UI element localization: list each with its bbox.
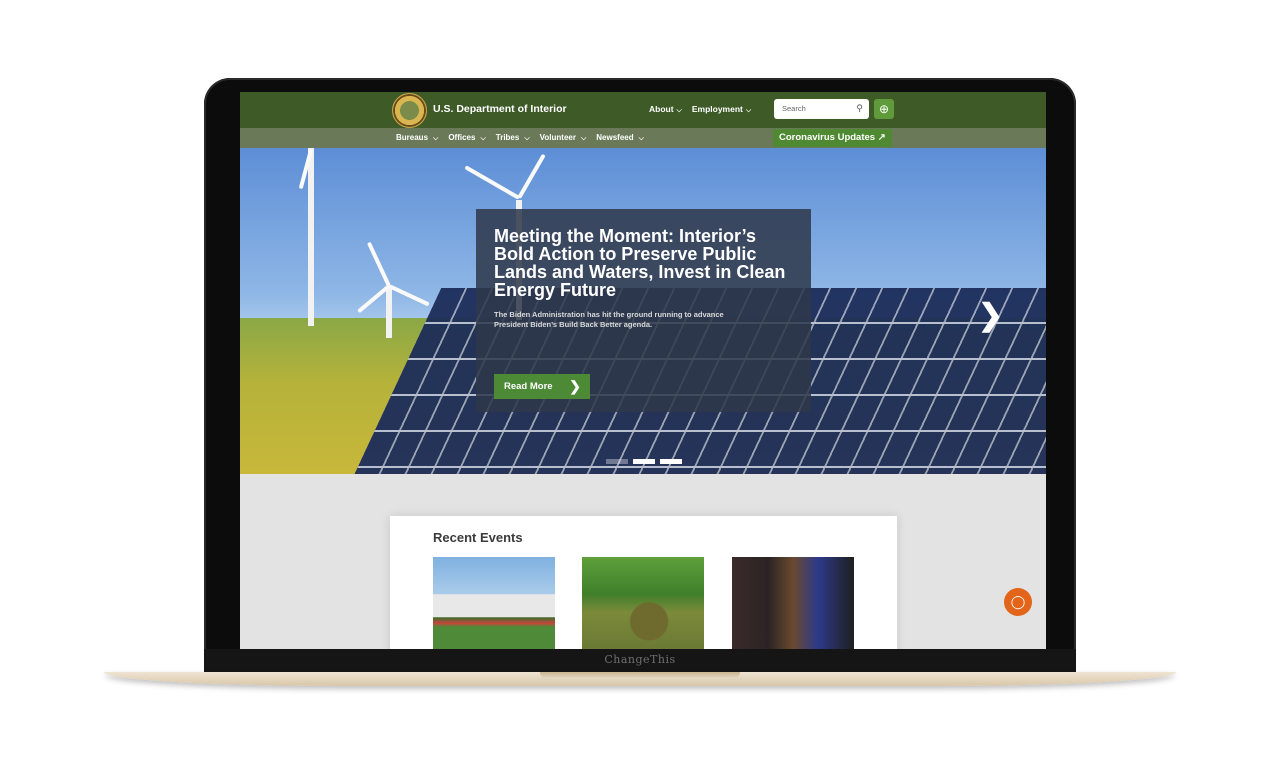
- carousel-indicators: [606, 459, 682, 464]
- wind-turbine-blade: [366, 241, 391, 287]
- sub-nav-bureaus[interactable]: Bureaus ⌵: [396, 133, 438, 143]
- wind-turbine-blade: [388, 284, 430, 307]
- recent-events-title: Recent Events: [433, 530, 523, 545]
- wind-turbine: [308, 148, 314, 326]
- event-thumbnail[interactable]: [433, 557, 555, 649]
- wind-turbine-blade: [517, 153, 546, 199]
- chevron-down-icon: ⌵: [638, 135, 644, 142]
- search-input[interactable]: Search ⚲: [774, 99, 869, 119]
- wind-turbine-blade: [464, 165, 520, 200]
- chevron-down-icon: ⌵: [480, 135, 486, 142]
- read-more-button[interactable]: Read More ❯: [494, 374, 590, 399]
- carousel-dot[interactable]: [633, 459, 655, 464]
- top-nav-employment[interactable]: Employment ⌵: [692, 104, 751, 115]
- chevron-down-icon: ⌵: [580, 135, 587, 142]
- site-title[interactable]: U.S. Department of Interior: [433, 103, 567, 115]
- department-seal-logo[interactable]: [392, 93, 427, 128]
- top-nav-about[interactable]: About ⌵: [649, 104, 682, 115]
- sub-nav-bar: Bureaus ⌵ Offices ⌵ Tribes ⌵ Volunteer ⌵ New…: [240, 128, 1046, 148]
- event-thumbnail[interactable]: [732, 557, 854, 649]
- recent-events-card: Recent Events: [390, 516, 897, 649]
- chevron-down-icon: ⌵: [745, 107, 752, 114]
- chevron-right-icon: ❯: [569, 378, 581, 394]
- sub-nav: Bureaus ⌵ Offices ⌵ Tribes ⌵ Volunteer ⌵ New…: [396, 133, 644, 143]
- carousel-next-chevron-right-icon[interactable]: ❯: [978, 298, 1003, 333]
- external-link-icon: ↗: [877, 132, 886, 143]
- hero-subtitle: The Biden Administration has hit the gro…: [494, 310, 724, 329]
- carousel-dot[interactable]: [660, 459, 682, 464]
- chat-icon[interactable]: ◯: [1004, 588, 1032, 616]
- chevron-down-icon: ⌵: [433, 135, 439, 142]
- hero-caption-panel: Meeting the Moment: Interior’s Bold Acti…: [476, 209, 811, 412]
- site-header: U.S. Department of Interior About ⌵ Emplo…: [240, 92, 1046, 128]
- coronavirus-updates-link[interactable]: Coronavirus Updates ↗: [773, 129, 892, 147]
- browser-screen: U.S. Department of Interior About ⌵ Emplo…: [240, 92, 1046, 649]
- chevron-down-icon: ⌵: [676, 107, 682, 114]
- sub-nav-tribes[interactable]: Tribes ⌵: [496, 133, 530, 143]
- sub-nav-offices[interactable]: Offices ⌵: [448, 133, 485, 143]
- laptop-notch: [540, 672, 740, 679]
- laptop-brand: ChangeThis: [604, 653, 676, 666]
- hero-carousel: Meeting the Moment: Interior’s Bold Acti…: [240, 148, 1046, 474]
- hero-title: Meeting the Moment: Interior’s Bold Acti…: [494, 226, 786, 300]
- top-nav: About ⌵ Employment ⌵: [649, 104, 751, 115]
- globe-icon[interactable]: ⊕: [874, 99, 894, 119]
- carousel-dot[interactable]: [606, 459, 628, 464]
- search-icon[interactable]: ⚲: [856, 103, 863, 114]
- sub-nav-volunteer[interactable]: Volunteer ⌵: [540, 133, 587, 143]
- event-thumbnail[interactable]: [582, 557, 704, 649]
- wind-turbine: [386, 288, 392, 338]
- search-placeholder: Search: [782, 104, 806, 113]
- chevron-down-icon: ⌵: [524, 135, 530, 142]
- sub-nav-newsfeed[interactable]: Newsfeed ⌵: [596, 133, 644, 143]
- laptop-bezel: ChangeThis: [204, 649, 1076, 674]
